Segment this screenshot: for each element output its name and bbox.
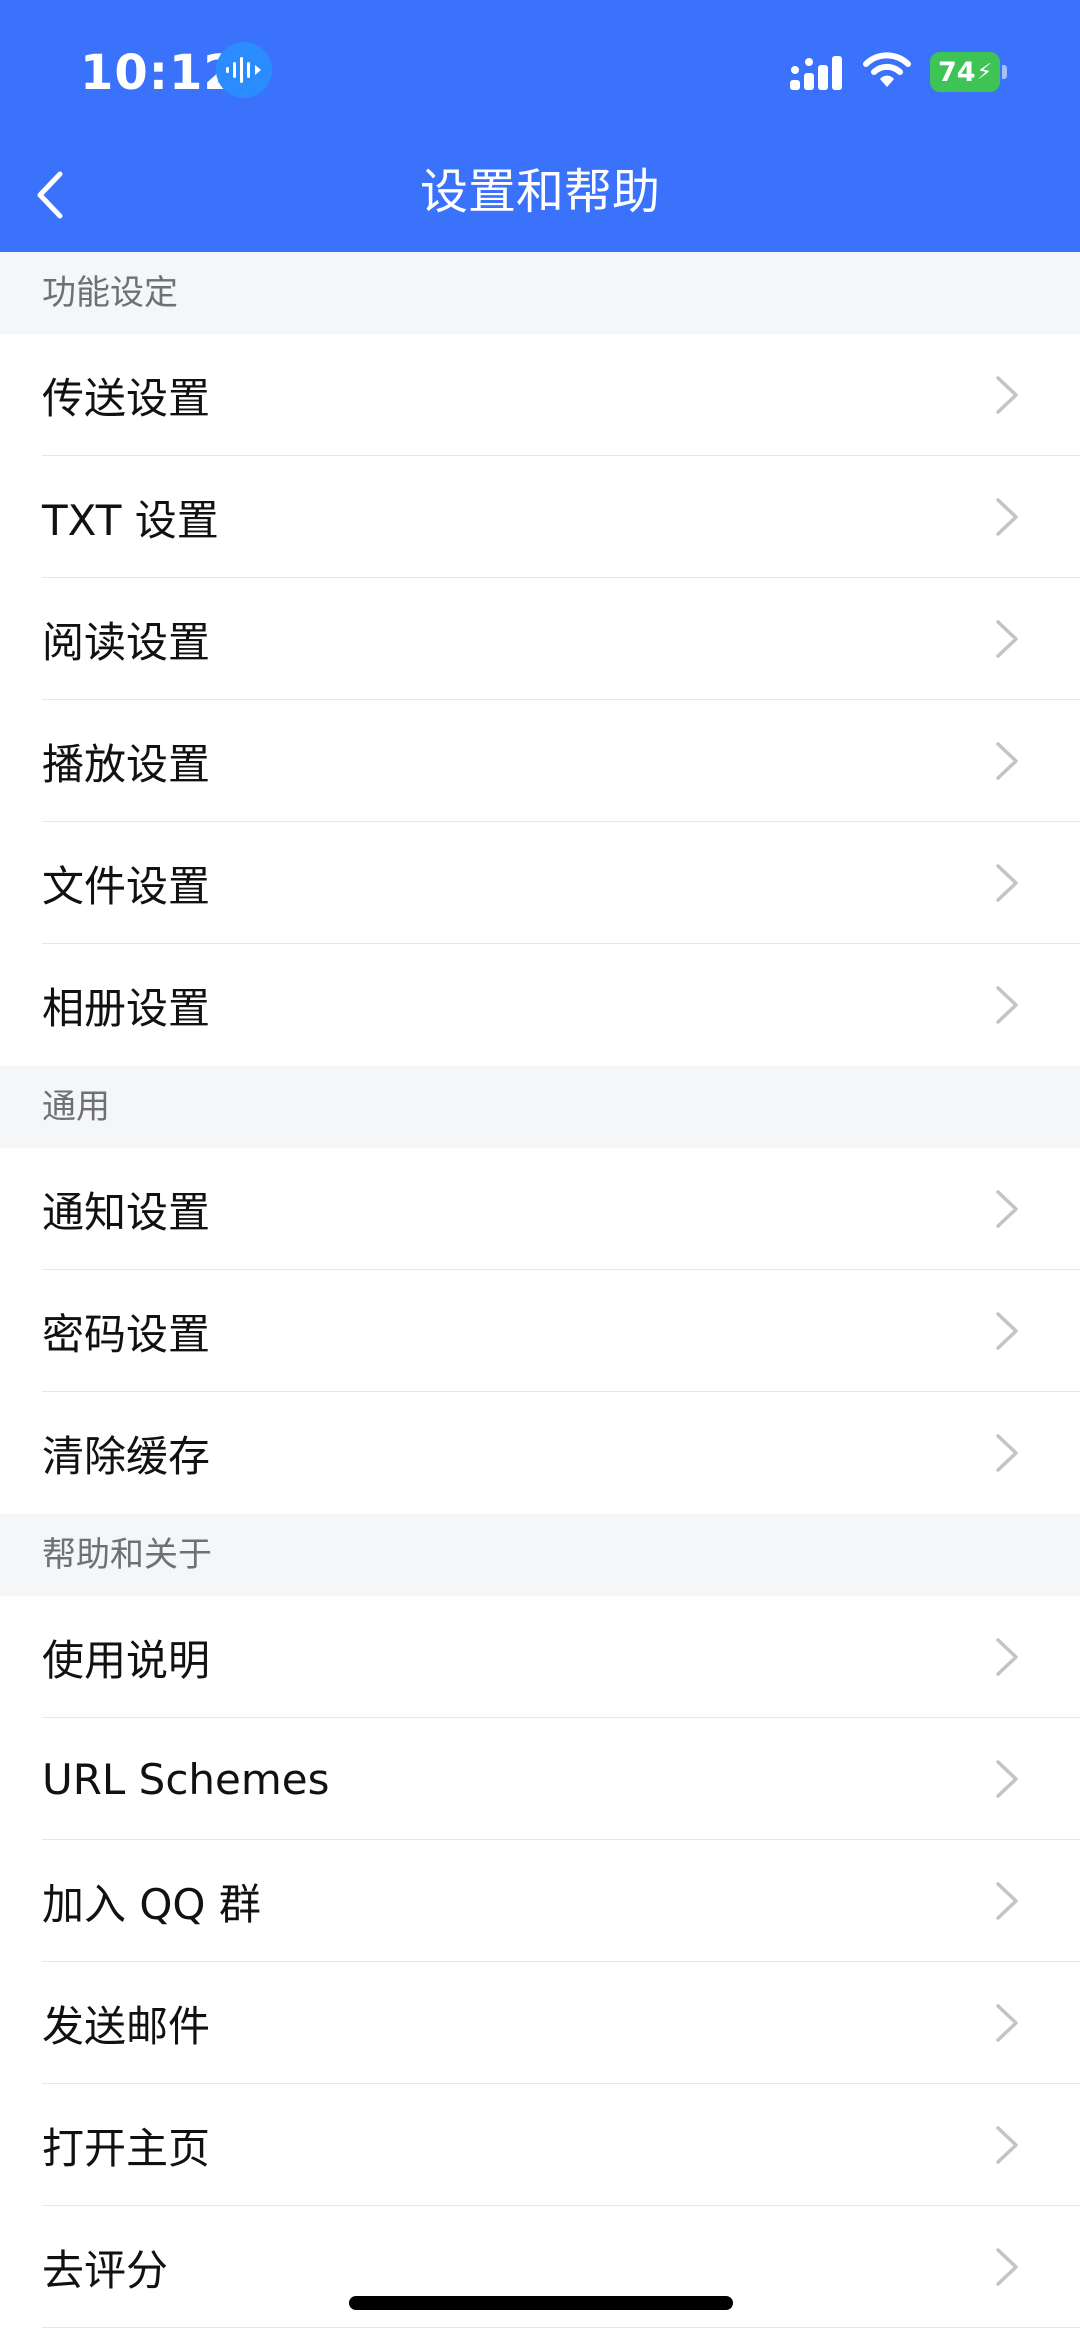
list-item-password-settings[interactable]: 密码设置: [0, 1270, 1080, 1392]
chevron-right-icon: [996, 2004, 1018, 2042]
chevron-right-icon: [996, 376, 1018, 414]
list-item-label: 打开主页: [42, 2123, 211, 2173]
list-item-txt-settings[interactable]: TXT 设置: [0, 456, 1080, 578]
list-item-send-email[interactable]: 发送邮件: [0, 1962, 1080, 2084]
battery-cap: [1002, 65, 1007, 79]
list-item-label: 相册设置: [42, 983, 211, 1033]
chevron-right-icon: [996, 2126, 1018, 2164]
status-time: 10:12: [80, 45, 238, 101]
chevron-right-icon: [996, 742, 1018, 780]
list-item-label: 通知设置: [42, 1187, 211, 1237]
list-item-label: TXT 设置: [42, 495, 219, 545]
list-item-transfer-settings[interactable]: 传送设置: [0, 334, 1080, 456]
section-header-features: 功能设定: [0, 252, 1080, 334]
list-item-notification-settings[interactable]: 通知设置: [0, 1148, 1080, 1270]
home-indicator[interactable]: [349, 2296, 733, 2310]
list-item-label: URL Schemes: [42, 1754, 330, 1804]
list-item-file-settings[interactable]: 文件设置: [0, 822, 1080, 944]
list-item-album-settings[interactable]: 相册设置: [0, 944, 1080, 1066]
chevron-right-icon: [996, 498, 1018, 536]
list-item-label: 清除缓存: [42, 1431, 211, 1481]
settings-screen: 10:12 74 ⚡ 设置和帮助 功能设定 传送设置 TXT 设置 阅读设置 播…: [0, 0, 1080, 2337]
list-item-url-schemes[interactable]: URL Schemes: [0, 1718, 1080, 1840]
chevron-right-icon: [996, 986, 1018, 1024]
list-item-label: 加入 QQ 群: [42, 1879, 261, 1929]
section-header-general: 通用: [0, 1066, 1080, 1148]
battery-indicator: 74 ⚡: [930, 52, 1007, 92]
page-title: 设置和帮助: [419, 164, 660, 220]
chevron-right-icon: [996, 1638, 1018, 1676]
battery-level: 74 ⚡: [930, 52, 1000, 92]
list-item-label: 文件设置: [42, 861, 211, 911]
section-header-help-about: 帮助和关于: [0, 1514, 1080, 1596]
wifi-icon: [863, 52, 911, 87]
list-item-join-qq-group[interactable]: 加入 QQ 群: [0, 1840, 1080, 1962]
audio-recording-icon[interactable]: [216, 42, 272, 98]
list-item-reading-settings[interactable]: 阅读设置: [0, 578, 1080, 700]
list-item-clear-cache[interactable]: 清除缓存: [0, 1392, 1080, 1514]
list-item-label: 去评分: [42, 2245, 169, 2295]
list-item-label: 使用说明: [42, 1635, 211, 1685]
cellular-signal-icon: [790, 56, 842, 90]
chevron-right-icon: [996, 620, 1018, 658]
battery-percent: 74: [937, 56, 976, 88]
charging-bolt-icon: ⚡: [976, 59, 993, 85]
chevron-right-icon: [996, 1434, 1018, 1472]
chevron-right-icon: [996, 1190, 1018, 1228]
chevron-right-icon: [996, 1312, 1018, 1350]
list-item-label: 播放设置: [42, 739, 211, 789]
list-item-playback-settings[interactable]: 播放设置: [0, 700, 1080, 822]
chevron-right-icon: [996, 864, 1018, 902]
chevron-right-icon: [996, 2248, 1018, 2286]
header: 10:12 74 ⚡ 设置和帮助: [0, 0, 1080, 252]
list-item-label: 传送设置: [42, 373, 211, 423]
settings-list: 功能设定 传送设置 TXT 设置 阅读设置 播放设置 文件设置 相册设置 通用 …: [0, 252, 1080, 2328]
chevron-right-icon: [996, 1882, 1018, 1920]
list-item-open-homepage[interactable]: 打开主页: [0, 2084, 1080, 2206]
chevron-right-icon: [996, 1760, 1018, 1798]
list-item-label: 阅读设置: [42, 617, 211, 667]
list-item-label: 密码设置: [42, 1309, 211, 1359]
list-item-label: 发送邮件: [42, 2001, 211, 2051]
list-item-instructions[interactable]: 使用说明: [0, 1596, 1080, 1718]
